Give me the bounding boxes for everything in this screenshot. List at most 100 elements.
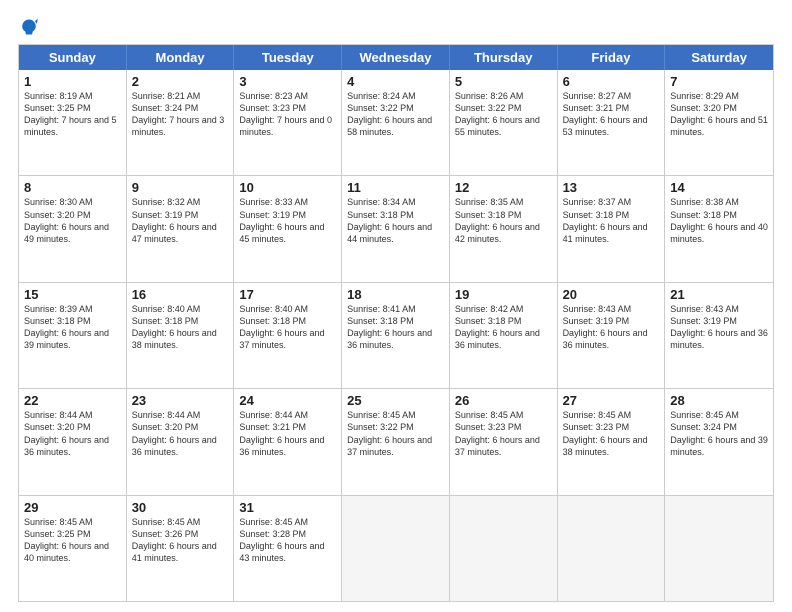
calendar-row-4: 22 Sunrise: 8:44 AM Sunset: 3:20 PM Dayl…: [19, 388, 773, 494]
day-number: 7: [670, 74, 768, 89]
calendar-row-2: 8 Sunrise: 8:30 AM Sunset: 3:20 PM Dayli…: [19, 175, 773, 281]
calendar-header: Sunday Monday Tuesday Wednesday Thursday…: [19, 45, 773, 70]
day-number: 18: [347, 287, 444, 302]
cell-info: Sunrise: 8:44 AM Sunset: 3:20 PM Dayligh…: [24, 409, 121, 458]
table-row: 20 Sunrise: 8:43 AM Sunset: 3:19 PM Dayl…: [558, 283, 666, 388]
table-row: 5 Sunrise: 8:26 AM Sunset: 3:22 PM Dayli…: [450, 70, 558, 175]
cell-info: Sunrise: 8:43 AM Sunset: 3:19 PM Dayligh…: [670, 303, 768, 352]
table-row: 25 Sunrise: 8:45 AM Sunset: 3:22 PM Dayl…: [342, 389, 450, 494]
cell-info: Sunrise: 8:45 AM Sunset: 3:28 PM Dayligh…: [239, 516, 336, 565]
calendar: Sunday Monday Tuesday Wednesday Thursday…: [18, 44, 774, 602]
cell-info: Sunrise: 8:45 AM Sunset: 3:23 PM Dayligh…: [455, 409, 552, 458]
table-row: 29 Sunrise: 8:45 AM Sunset: 3:25 PM Dayl…: [19, 496, 127, 601]
table-row: 3 Sunrise: 8:23 AM Sunset: 3:23 PM Dayli…: [234, 70, 342, 175]
table-row: 27 Sunrise: 8:45 AM Sunset: 3:23 PM Dayl…: [558, 389, 666, 494]
cell-info: Sunrise: 8:30 AM Sunset: 3:20 PM Dayligh…: [24, 196, 121, 245]
cell-info: Sunrise: 8:27 AM Sunset: 3:21 PM Dayligh…: [563, 90, 660, 139]
cell-info: Sunrise: 8:34 AM Sunset: 3:18 PM Dayligh…: [347, 196, 444, 245]
day-number: 23: [132, 393, 229, 408]
table-row: 13 Sunrise: 8:37 AM Sunset: 3:18 PM Dayl…: [558, 176, 666, 281]
cell-info: Sunrise: 8:45 AM Sunset: 3:26 PM Dayligh…: [132, 516, 229, 565]
cell-info: Sunrise: 8:45 AM Sunset: 3:22 PM Dayligh…: [347, 409, 444, 458]
table-row: 21 Sunrise: 8:43 AM Sunset: 3:19 PM Dayl…: [665, 283, 773, 388]
day-number: 29: [24, 500, 121, 515]
table-row: 30 Sunrise: 8:45 AM Sunset: 3:26 PM Dayl…: [127, 496, 235, 601]
day-number: 12: [455, 180, 552, 195]
day-number: 15: [24, 287, 121, 302]
table-row: [558, 496, 666, 601]
calendar-row-1: 1 Sunrise: 8:19 AM Sunset: 3:25 PM Dayli…: [19, 70, 773, 175]
cell-info: Sunrise: 8:29 AM Sunset: 3:20 PM Dayligh…: [670, 90, 768, 139]
header-sunday: Sunday: [19, 45, 127, 70]
calendar-body: 1 Sunrise: 8:19 AM Sunset: 3:25 PM Dayli…: [19, 70, 773, 601]
day-number: 5: [455, 74, 552, 89]
cell-info: Sunrise: 8:37 AM Sunset: 3:18 PM Dayligh…: [563, 196, 660, 245]
cell-info: Sunrise: 8:33 AM Sunset: 3:19 PM Dayligh…: [239, 196, 336, 245]
cell-info: Sunrise: 8:41 AM Sunset: 3:18 PM Dayligh…: [347, 303, 444, 352]
day-number: 1: [24, 74, 121, 89]
table-row: 11 Sunrise: 8:34 AM Sunset: 3:18 PM Dayl…: [342, 176, 450, 281]
day-number: 10: [239, 180, 336, 195]
table-row: 24 Sunrise: 8:44 AM Sunset: 3:21 PM Dayl…: [234, 389, 342, 494]
cell-info: Sunrise: 8:23 AM Sunset: 3:23 PM Dayligh…: [239, 90, 336, 139]
table-row: 14 Sunrise: 8:38 AM Sunset: 3:18 PM Dayl…: [665, 176, 773, 281]
day-number: 24: [239, 393, 336, 408]
day-number: 11: [347, 180, 444, 195]
day-number: 6: [563, 74, 660, 89]
day-number: 16: [132, 287, 229, 302]
table-row: [665, 496, 773, 601]
header-monday: Monday: [127, 45, 235, 70]
cell-info: Sunrise: 8:19 AM Sunset: 3:25 PM Dayligh…: [24, 90, 121, 139]
day-number: 28: [670, 393, 768, 408]
table-row: 17 Sunrise: 8:40 AM Sunset: 3:18 PM Dayl…: [234, 283, 342, 388]
table-row: 23 Sunrise: 8:44 AM Sunset: 3:20 PM Dayl…: [127, 389, 235, 494]
table-row: 12 Sunrise: 8:35 AM Sunset: 3:18 PM Dayl…: [450, 176, 558, 281]
cell-info: Sunrise: 8:42 AM Sunset: 3:18 PM Dayligh…: [455, 303, 552, 352]
table-row: 15 Sunrise: 8:39 AM Sunset: 3:18 PM Dayl…: [19, 283, 127, 388]
day-number: 14: [670, 180, 768, 195]
header: [18, 18, 774, 36]
cell-info: Sunrise: 8:40 AM Sunset: 3:18 PM Dayligh…: [132, 303, 229, 352]
cell-info: Sunrise: 8:21 AM Sunset: 3:24 PM Dayligh…: [132, 90, 229, 139]
day-number: 2: [132, 74, 229, 89]
table-row: 7 Sunrise: 8:29 AM Sunset: 3:20 PM Dayli…: [665, 70, 773, 175]
page: Sunday Monday Tuesday Wednesday Thursday…: [0, 0, 792, 612]
day-number: 26: [455, 393, 552, 408]
table-row: 10 Sunrise: 8:33 AM Sunset: 3:19 PM Dayl…: [234, 176, 342, 281]
day-number: 9: [132, 180, 229, 195]
cell-info: Sunrise: 8:39 AM Sunset: 3:18 PM Dayligh…: [24, 303, 121, 352]
table-row: [450, 496, 558, 601]
table-row: 6 Sunrise: 8:27 AM Sunset: 3:21 PM Dayli…: [558, 70, 666, 175]
table-row: 16 Sunrise: 8:40 AM Sunset: 3:18 PM Dayl…: [127, 283, 235, 388]
header-tuesday: Tuesday: [234, 45, 342, 70]
day-number: 27: [563, 393, 660, 408]
day-number: 8: [24, 180, 121, 195]
day-number: 20: [563, 287, 660, 302]
table-row: 2 Sunrise: 8:21 AM Sunset: 3:24 PM Dayli…: [127, 70, 235, 175]
table-row: 9 Sunrise: 8:32 AM Sunset: 3:19 PM Dayli…: [127, 176, 235, 281]
cell-info: Sunrise: 8:45 AM Sunset: 3:23 PM Dayligh…: [563, 409, 660, 458]
day-number: 13: [563, 180, 660, 195]
table-row: 1 Sunrise: 8:19 AM Sunset: 3:25 PM Dayli…: [19, 70, 127, 175]
day-number: 17: [239, 287, 336, 302]
cell-info: Sunrise: 8:38 AM Sunset: 3:18 PM Dayligh…: [670, 196, 768, 245]
cell-info: Sunrise: 8:43 AM Sunset: 3:19 PM Dayligh…: [563, 303, 660, 352]
logo-icon: [20, 18, 38, 36]
cell-info: Sunrise: 8:44 AM Sunset: 3:21 PM Dayligh…: [239, 409, 336, 458]
cell-info: Sunrise: 8:32 AM Sunset: 3:19 PM Dayligh…: [132, 196, 229, 245]
table-row: 22 Sunrise: 8:44 AM Sunset: 3:20 PM Dayl…: [19, 389, 127, 494]
calendar-row-3: 15 Sunrise: 8:39 AM Sunset: 3:18 PM Dayl…: [19, 282, 773, 388]
day-number: 19: [455, 287, 552, 302]
day-number: 21: [670, 287, 768, 302]
cell-info: Sunrise: 8:40 AM Sunset: 3:18 PM Dayligh…: [239, 303, 336, 352]
table-row: 28 Sunrise: 8:45 AM Sunset: 3:24 PM Dayl…: [665, 389, 773, 494]
table-row: 4 Sunrise: 8:24 AM Sunset: 3:22 PM Dayli…: [342, 70, 450, 175]
day-number: 25: [347, 393, 444, 408]
cell-info: Sunrise: 8:26 AM Sunset: 3:22 PM Dayligh…: [455, 90, 552, 139]
day-number: 3: [239, 74, 336, 89]
table-row: 26 Sunrise: 8:45 AM Sunset: 3:23 PM Dayl…: [450, 389, 558, 494]
cell-info: Sunrise: 8:44 AM Sunset: 3:20 PM Dayligh…: [132, 409, 229, 458]
table-row: 8 Sunrise: 8:30 AM Sunset: 3:20 PM Dayli…: [19, 176, 127, 281]
header-saturday: Saturday: [665, 45, 773, 70]
cell-info: Sunrise: 8:35 AM Sunset: 3:18 PM Dayligh…: [455, 196, 552, 245]
